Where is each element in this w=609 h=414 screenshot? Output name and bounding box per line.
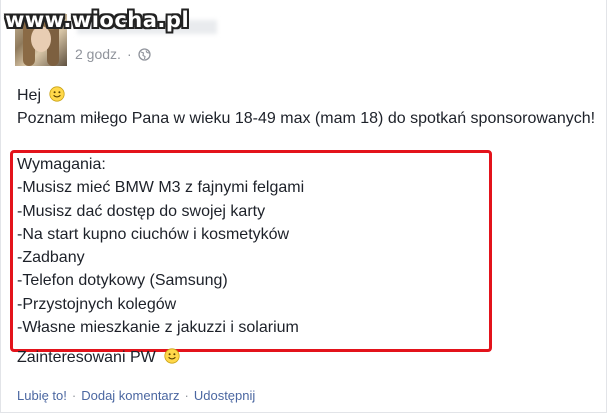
requirements-header: Wymagania:	[17, 156, 106, 173]
post-intro: Poznam miłego Pana w wieku 18-49 max (ma…	[17, 110, 596, 127]
post-timestamp[interactable]: 2 godz.	[75, 46, 121, 62]
post-actions-bar: Lubię to! · Dodaj komentarz · Udostępnij	[17, 388, 255, 403]
requirement-item: -Zadbany	[17, 249, 85, 267]
meta-separator: ·	[126, 46, 132, 62]
action-separator: ·	[184, 388, 189, 403]
requirements-list: Wymagania: -Musisz mieć BMW M3 z fajnymi…	[17, 153, 487, 339]
action-separator: ·	[71, 388, 77, 403]
requirement-item: -Telefon dotykowy (Samsung)	[17, 272, 228, 290]
share-link[interactable]: Udostępnij	[194, 388, 255, 403]
globe-icon[interactable]	[137, 47, 151, 61]
like-link[interactable]: Lubię to!	[17, 388, 67, 403]
requirement-item: -Własne mieszkanie z jakuzzi i solarium	[17, 319, 299, 337]
requirement-item: -Musisz mieć BMW M3 z fajnymi felgami	[17, 179, 305, 197]
watermark-logo: www.wiocha.pl	[5, 8, 190, 32]
requirement-item: -Na start kupno ciuchów i kosmetyków	[17, 225, 290, 243]
post-followup-line: Zainteresowani PW	[17, 346, 180, 369]
post-followup: Zainteresowani PW	[17, 349, 156, 366]
requirement-item: -Przystojnych kolegów	[17, 295, 177, 313]
comment-link[interactable]: Dodaj komentarz	[81, 388, 179, 403]
smiley-icon	[49, 86, 66, 102]
post-card: www.wiocha.pl 2 godz. · Hej Poznam miłeg…	[0, 0, 607, 413]
requirement-item: -Musisz dać dostęp do swojej karty	[17, 202, 266, 220]
post-greeting: Hej	[17, 87, 42, 104]
post-body: Hej Poznam miłego Pana w wieku 18-49 max…	[17, 84, 597, 130]
post-greeting-line: Hej	[17, 84, 597, 107]
smiley-icon	[164, 348, 180, 364]
post-meta: 2 godz. ·	[75, 46, 151, 62]
